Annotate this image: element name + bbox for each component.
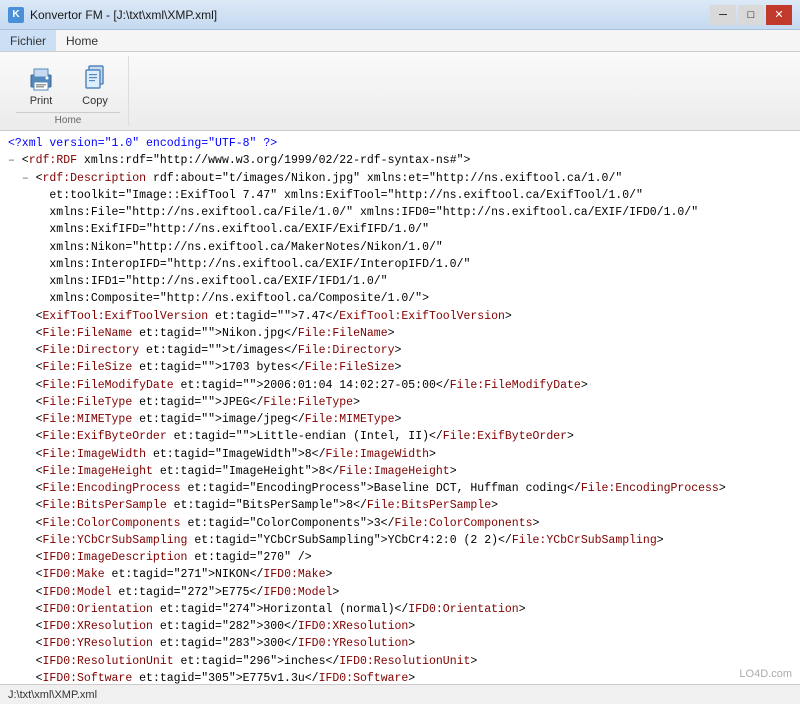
xml-line: xmlns:Nikon="http://ns.exiftool.ca/Maker… [8,239,792,256]
xml-line: <IFD0:XResolution et:tagid="282">300</IF… [8,618,792,635]
xml-line: <IFD0:Software et:tagid="305">E775v1.3u<… [8,670,792,684]
printer-icon [25,61,57,93]
xml-line: <File:FileName et:tagid="">Nikon.jpg</Fi… [8,325,792,342]
xml-viewer[interactable]: <?xml version="1.0" encoding="UTF-8" ?>–… [0,131,800,684]
xml-line: xmlns:Composite="http://ns.exiftool.ca/C… [8,290,792,307]
print-button[interactable]: Print [16,56,66,112]
statusbar: J:\txt\xml\XMP.xml [0,684,800,704]
xml-line: <File:ExifByteOrder et:tagid="">Little-e… [8,428,792,445]
print-label: Print [30,95,53,107]
xml-line: <ExifTool:ExifToolVersion et:tagid="">7.… [8,308,792,325]
watermark: LO4D.com [739,668,792,680]
copy-label: Copy [82,95,108,107]
xml-line: <File:BitsPerSample et:tagid="BitsPerSam… [8,497,792,514]
close-button[interactable]: ✕ [766,5,792,25]
ribbon-group-label: Home [16,112,120,126]
xml-line: xmlns:ExifIFD="http://ns.exiftool.ca/EXI… [8,221,792,238]
xml-line: – <rdf:Description rdf:about="t/images/N… [8,170,792,187]
xml-line: <File:YCbCrSubSampling et:tagid="YCbCrSu… [8,532,792,549]
maximize-button[interactable]: □ [738,5,764,25]
app-icon: K [8,7,24,23]
copy-button[interactable]: Copy [70,56,120,112]
xml-line: <File:ColorComponents et:tagid="ColorCom… [8,515,792,532]
menu-fichier[interactable]: Fichier [0,30,56,51]
xml-line: <IFD0:Make et:tagid="271">NIKON</IFD0:Ma… [8,566,792,583]
xml-line: <File:FileType et:tagid="">JPEG</File:Fi… [8,394,792,411]
xml-line: xmlns:IFD1="http://ns.exiftool.ca/EXIF/I… [8,273,792,290]
menubar: Fichier Home [0,30,800,52]
xml-line: <File:Directory et:tagid="">t/images</Fi… [8,342,792,359]
window-title: Konvertor FM - [J:\txt\xml\XMP.xml] [30,8,217,22]
xml-line: <File:FileSize et:tagid="">1703 bytes</F… [8,359,792,376]
titlebar-left: K Konvertor FM - [J:\txt\xml\XMP.xml] [8,7,217,23]
xml-line: <IFD0:YResolution et:tagid="283">300</IF… [8,635,792,652]
xml-line: <IFD0:ImageDescription et:tagid="270" /> [8,549,792,566]
main-window: K Konvertor FM - [J:\txt\xml\XMP.xml] ─ … [0,0,800,704]
xml-line: <File:FileModifyDate et:tagid="">2006:01… [8,377,792,394]
xml-line: – <rdf:RDF xmlns:rdf="http://www.w3.org/… [8,152,792,169]
menu-home[interactable]: Home [56,30,108,51]
xml-line: <File:ImageHeight et:tagid="ImageHeight"… [8,463,792,480]
status-path: J:\txt\xml\XMP.xml [8,689,97,701]
titlebar-controls: ─ □ ✕ [710,5,792,25]
xml-line: xmlns:File="http://ns.exiftool.ca/File/1… [8,204,792,221]
xml-line: <IFD0:ResolutionUnit et:tagid="296">inch… [8,653,792,670]
ribbon: Print Copy Home [0,52,800,131]
xml-line: <IFD0:Orientation et:tagid="274">Horizon… [8,601,792,618]
xml-line: et:toolkit="Image::ExifTool 7.47" xmlns:… [8,187,792,204]
xml-line: <File:EncodingProcess et:tagid="Encoding… [8,480,792,497]
xml-line: xmlns:InteropIFD="http://ns.exiftool.ca/… [8,256,792,273]
xml-line: <File:ImageWidth et:tagid="ImageWidth">8… [8,446,792,463]
titlebar: K Konvertor FM - [J:\txt\xml\XMP.xml] ─ … [0,0,800,30]
xml-line: <File:MIMEType et:tagid="">image/jpeg</F… [8,411,792,428]
xml-line: <?xml version="1.0" encoding="UTF-8" ?> [8,135,792,152]
copy-icon [79,61,111,93]
content-area: <?xml version="1.0" encoding="UTF-8" ?>–… [0,131,800,684]
xml-line: <IFD0:Model et:tagid="272">E775</IFD0:Mo… [8,584,792,601]
ribbon-buttons: Print Copy [16,56,120,112]
minimize-button[interactable]: ─ [710,5,736,25]
ribbon-group-home: Print Copy Home [8,56,129,126]
